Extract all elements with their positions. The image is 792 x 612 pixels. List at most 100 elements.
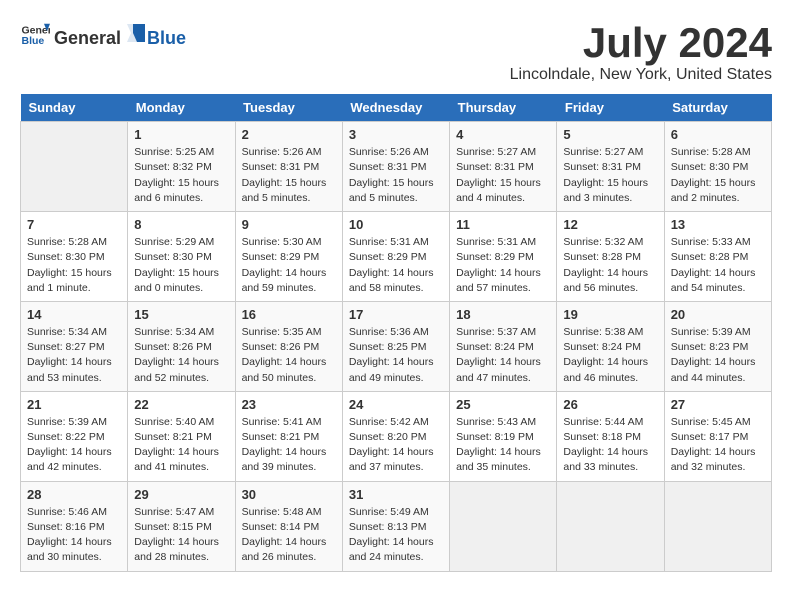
calendar-cell: 12Sunrise: 5:32 AMSunset: 8:28 PMDayligh… (557, 212, 664, 302)
day-info: Sunrise: 5:27 AMSunset: 8:31 PMDaylight:… (456, 145, 550, 206)
calendar-cell (450, 481, 557, 571)
day-info: Sunrise: 5:41 AMSunset: 8:21 PMDaylight:… (242, 415, 336, 476)
day-header-monday: Monday (128, 94, 235, 122)
day-info: Sunrise: 5:42 AMSunset: 8:20 PMDaylight:… (349, 415, 443, 476)
day-number: 4 (456, 127, 550, 142)
calendar-table: SundayMondayTuesdayWednesdayThursdayFrid… (20, 94, 772, 571)
day-number: 25 (456, 397, 550, 412)
day-info: Sunrise: 5:43 AMSunset: 8:19 PMDaylight:… (456, 415, 550, 476)
day-info: Sunrise: 5:26 AMSunset: 8:31 PMDaylight:… (242, 145, 336, 206)
day-number: 29 (134, 487, 228, 502)
calendar-cell: 21Sunrise: 5:39 AMSunset: 8:22 PMDayligh… (21, 391, 128, 481)
day-number: 22 (134, 397, 228, 412)
day-number: 1 (134, 127, 228, 142)
day-number: 8 (134, 217, 228, 232)
day-number: 5 (563, 127, 657, 142)
calendar-cell: 10Sunrise: 5:31 AMSunset: 8:29 PMDayligh… (342, 212, 449, 302)
calendar-cell: 18 Sunrise: 5:37 AMSunset: 8:24 PMDayligh… (450, 301, 557, 391)
day-number: 18 (456, 307, 550, 322)
calendar-cell: 22 Sunrise: 5:40 AMSunset: 8:21 PMDayligh… (128, 391, 235, 481)
logo: General Blue General Blue (20, 20, 186, 50)
calendar-cell: 27 Sunrise: 5:45 AMSunset: 8:17 PMDayligh… (664, 391, 771, 481)
day-number: 7 (27, 217, 121, 232)
day-info: Sunrise: 5:48 AMSunset: 8:14 PMDaylight:… (242, 505, 336, 566)
calendar-cell: 2 Sunrise: 5:26 AMSunset: 8:31 PMDaylight… (235, 122, 342, 212)
calendar-cell: 17 Sunrise: 5:36 AMSunset: 8:25 PMDayligh… (342, 301, 449, 391)
day-header-saturday: Saturday (664, 94, 771, 122)
day-number: 10 (349, 217, 443, 232)
day-info: Sunrise: 5:33 AMSunset: 8:28 PMDaylight:… (671, 235, 765, 296)
day-number: 15 (134, 307, 228, 322)
day-number: 2 (242, 127, 336, 142)
calendar-cell: 31 Sunrise: 5:49 AMSunset: 8:13 PMDayligh… (342, 481, 449, 571)
day-number: 14 (27, 307, 121, 322)
day-header-thursday: Thursday (450, 94, 557, 122)
day-info: Sunrise: 5:40 AMSunset: 8:21 PMDaylight:… (134, 415, 228, 476)
day-number: 24 (349, 397, 443, 412)
day-info: Sunrise: 5:46 AMSunset: 8:16 PMDaylight:… (27, 505, 121, 566)
calendar-cell: 7 Sunrise: 5:28 AMSunset: 8:30 PMDaylight… (21, 212, 128, 302)
day-info: Sunrise: 5:37 AMSunset: 8:24 PMDaylight:… (456, 325, 550, 386)
calendar-cell (557, 481, 664, 571)
day-info: Sunrise: 5:34 AMSunset: 8:27 PMDaylight:… (27, 325, 121, 386)
day-info: Sunrise: 5:26 AMSunset: 8:31 PMDaylight:… (349, 145, 443, 206)
day-number: 20 (671, 307, 765, 322)
day-number: 17 (349, 307, 443, 322)
day-number: 3 (349, 127, 443, 142)
calendar-week-row: 14 Sunrise: 5:34 AMSunset: 8:27 PMDayligh… (21, 301, 772, 391)
calendar-cell: 9Sunrise: 5:30 AMSunset: 8:29 PMDaylight… (235, 212, 342, 302)
day-number: 13 (671, 217, 765, 232)
calendar-week-row: 21Sunrise: 5:39 AMSunset: 8:22 PMDayligh… (21, 391, 772, 481)
day-header-wednesday: Wednesday (342, 94, 449, 122)
calendar-cell: 19Sunrise: 5:38 AMSunset: 8:24 PMDayligh… (557, 301, 664, 391)
calendar-cell: 5 Sunrise: 5:27 AMSunset: 8:31 PMDaylight… (557, 122, 664, 212)
calendar-week-row: 7 Sunrise: 5:28 AMSunset: 8:30 PMDaylight… (21, 212, 772, 302)
day-info: Sunrise: 5:25 AMSunset: 8:32 PMDaylight:… (134, 145, 228, 206)
day-header-friday: Friday (557, 94, 664, 122)
title-section: July 2024 Lincolndale, New York, United … (510, 20, 772, 84)
day-number: 21 (27, 397, 121, 412)
day-info: Sunrise: 5:39 AMSunset: 8:23 PMDaylight:… (671, 325, 765, 386)
day-info: Sunrise: 5:35 AMSunset: 8:26 PMDaylight:… (242, 325, 336, 386)
days-header-row: SundayMondayTuesdayWednesdayThursdayFrid… (21, 94, 772, 122)
day-info: Sunrise: 5:32 AMSunset: 8:28 PMDaylight:… (563, 235, 657, 296)
calendar-cell: 8 Sunrise: 5:29 AMSunset: 8:30 PMDaylight… (128, 212, 235, 302)
day-info: Sunrise: 5:44 AMSunset: 8:18 PMDaylight:… (563, 415, 657, 476)
day-number: 30 (242, 487, 336, 502)
calendar-cell: 29 Sunrise: 5:47 AMSunset: 8:15 PMDayligh… (128, 481, 235, 571)
day-info: Sunrise: 5:36 AMSunset: 8:25 PMDaylight:… (349, 325, 443, 386)
calendar-cell: 4 Sunrise: 5:27 AMSunset: 8:31 PMDaylight… (450, 122, 557, 212)
day-number: 28 (27, 487, 121, 502)
calendar-cell: 30 Sunrise: 5:48 AMSunset: 8:14 PMDayligh… (235, 481, 342, 571)
day-number: 16 (242, 307, 336, 322)
day-info: Sunrise: 5:45 AMSunset: 8:17 PMDaylight:… (671, 415, 765, 476)
calendar-cell: 16 Sunrise: 5:35 AMSunset: 8:26 PMDayligh… (235, 301, 342, 391)
logo-icon: General Blue (20, 20, 50, 50)
day-header-tuesday: Tuesday (235, 94, 342, 122)
subtitle: Lincolndale, New York, United States (510, 66, 772, 84)
calendar-cell: 15 Sunrise: 5:34 AMSunset: 8:26 PMDayligh… (128, 301, 235, 391)
calendar-body: 1 Sunrise: 5:25 AMSunset: 8:32 PMDaylight… (21, 122, 772, 571)
logo-blue: Blue (147, 28, 186, 49)
day-number: 19 (563, 307, 657, 322)
day-info: Sunrise: 5:47 AMSunset: 8:15 PMDaylight:… (134, 505, 228, 566)
day-number: 27 (671, 397, 765, 412)
day-number: 31 (349, 487, 443, 502)
calendar-cell: 14 Sunrise: 5:34 AMSunset: 8:27 PMDayligh… (21, 301, 128, 391)
day-header-sunday: Sunday (21, 94, 128, 122)
day-info: Sunrise: 5:28 AMSunset: 8:30 PMDaylight:… (27, 235, 121, 296)
day-info: Sunrise: 5:31 AMSunset: 8:29 PMDaylight:… (456, 235, 550, 296)
calendar-cell: 1 Sunrise: 5:25 AMSunset: 8:32 PMDaylight… (128, 122, 235, 212)
day-info: Sunrise: 5:49 AMSunset: 8:13 PMDaylight:… (349, 505, 443, 566)
day-info: Sunrise: 5:29 AMSunset: 8:30 PMDaylight:… (134, 235, 228, 296)
page-header: General Blue General Blue July 2024 Linc… (20, 20, 772, 84)
day-info: Sunrise: 5:34 AMSunset: 8:26 PMDaylight:… (134, 325, 228, 386)
main-title: July 2024 (510, 20, 772, 66)
logo-arrow-icon (123, 22, 145, 44)
calendar-cell: 24 Sunrise: 5:42 AMSunset: 8:20 PMDayligh… (342, 391, 449, 481)
day-info: Sunrise: 5:27 AMSunset: 8:31 PMDaylight:… (563, 145, 657, 206)
day-number: 11 (456, 217, 550, 232)
calendar-cell: 13 Sunrise: 5:33 AMSunset: 8:28 PMDayligh… (664, 212, 771, 302)
calendar-cell: 11 Sunrise: 5:31 AMSunset: 8:29 PMDayligh… (450, 212, 557, 302)
svg-text:Blue: Blue (22, 35, 45, 47)
